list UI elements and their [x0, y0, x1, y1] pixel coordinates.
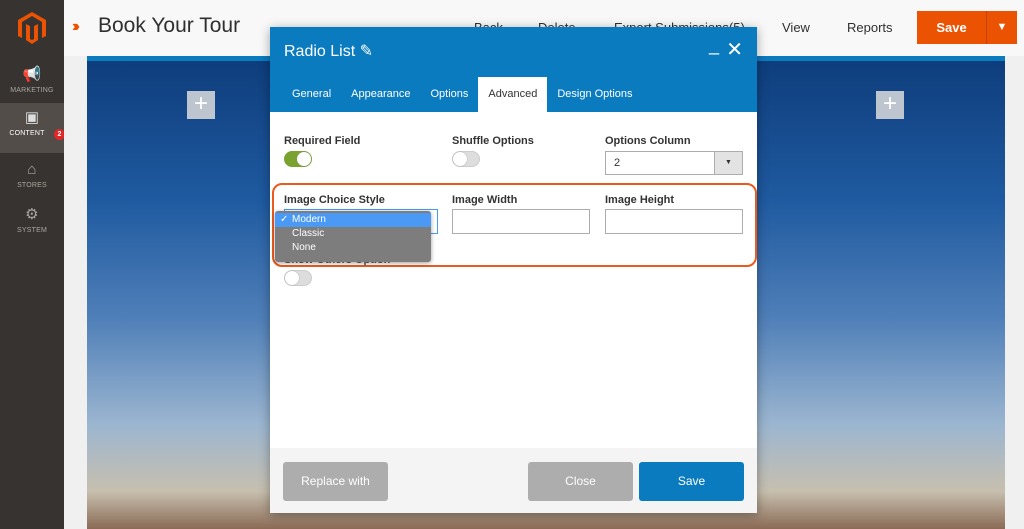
- option-classic[interactable]: Classic: [275, 227, 431, 241]
- image-choice-style-label: Image Choice Style: [284, 194, 385, 206]
- dialog-header: Radio List ✎ _ ✕ General Appearance Opti…: [270, 27, 757, 112]
- minimize-button[interactable]: _: [709, 35, 719, 56]
- tab-general[interactable]: General: [282, 77, 341, 112]
- dialog-footer: Replace with Close Save: [270, 448, 757, 513]
- magento-logo[interactable]: [18, 12, 46, 44]
- tab-appearance[interactable]: Appearance: [341, 77, 420, 112]
- megaphone-icon: 📢: [22, 66, 42, 83]
- save-button[interactable]: Save: [917, 11, 987, 44]
- tab-design-options[interactable]: Design Options: [547, 77, 642, 112]
- show-others-toggle[interactable]: [284, 270, 312, 286]
- layout-icon: ▣: [24, 109, 40, 126]
- sidebar-item-content[interactable]: ▣ CONTENT 2: [0, 103, 65, 153]
- view-link[interactable]: View: [782, 20, 810, 35]
- admin-sidebar: 📢 MARKETING ▣ CONTENT 2 ⌂ STORES ⚙ SYSTEM: [0, 0, 65, 529]
- required-field-label: Required Field: [284, 135, 361, 147]
- shuffle-options-toggle[interactable]: [452, 151, 480, 167]
- options-column-label: Options Column: [605, 135, 691, 147]
- options-column-select[interactable]: 2 ▼: [605, 151, 743, 175]
- reports-link[interactable]: Reports: [847, 20, 893, 35]
- save-dropdown-toggle[interactable]: ▼: [987, 11, 1017, 44]
- shuffle-options-label: Shuffle Options: [452, 135, 534, 147]
- dialog-save-button[interactable]: Save: [639, 462, 744, 501]
- tab-options[interactable]: Options: [420, 77, 478, 112]
- tab-advanced[interactable]: Advanced: [478, 77, 548, 112]
- close-button[interactable]: Close: [528, 462, 633, 501]
- image-style-dropdown: ✓ Modern Classic None: [275, 211, 431, 262]
- add-element-button[interactable]: +: [876, 91, 904, 119]
- image-height-input[interactable]: [605, 209, 743, 234]
- replace-with-button[interactable]: Replace with: [283, 462, 388, 501]
- chevron-down-icon: ▼: [714, 152, 742, 174]
- add-element-button[interactable]: +: [187, 91, 215, 119]
- dialog-title: Radio List ✎: [284, 43, 374, 60]
- image-width-input[interactable]: [452, 209, 590, 234]
- store-icon: ⌂: [27, 161, 37, 178]
- sidebar-item-stores[interactable]: ⌂ STORES: [0, 155, 64, 205]
- option-none[interactable]: None: [275, 241, 431, 255]
- page-title: Book Your Tour: [98, 14, 241, 37]
- gear-icon: ⚙: [25, 206, 39, 223]
- required-field-toggle[interactable]: [284, 151, 312, 167]
- check-icon: ✓: [280, 214, 289, 225]
- image-width-label: Image Width: [452, 194, 518, 206]
- close-icon[interactable]: ✕: [726, 37, 743, 62]
- image-height-label: Image Height: [605, 194, 675, 206]
- form-builder-icon: ›››: [72, 18, 80, 35]
- radio-list-dialog: Radio List ✎ _ ✕ General Appearance Opti…: [270, 27, 757, 513]
- sidebar-item-system[interactable]: ⚙ SYSTEM: [0, 200, 64, 250]
- option-modern[interactable]: ✓ Modern: [275, 213, 431, 227]
- pencil-icon[interactable]: ✎: [360, 43, 373, 60]
